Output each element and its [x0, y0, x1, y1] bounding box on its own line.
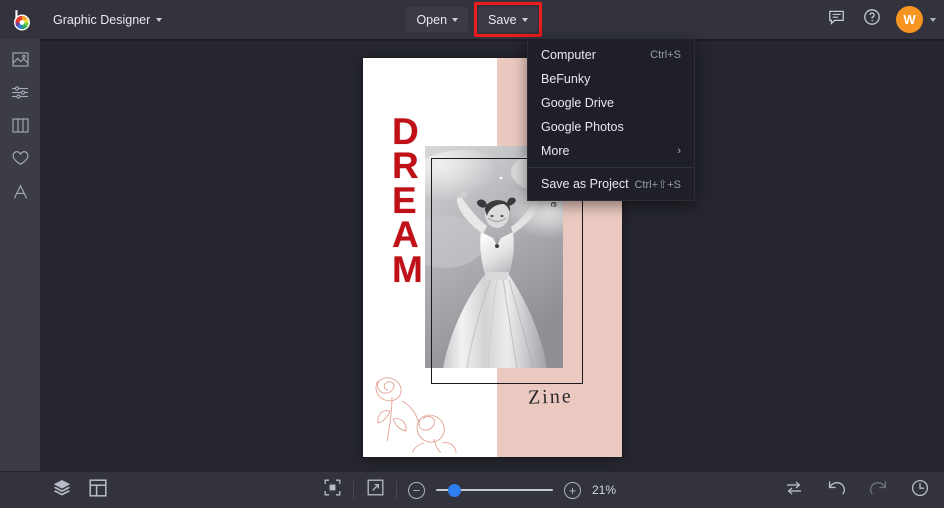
sidebar-item-templates[interactable]	[5, 117, 35, 139]
chevron-right-icon: ›	[677, 144, 681, 157]
speech-bubble-icon	[828, 9, 845, 31]
headline-letter: D	[392, 111, 419, 152]
user-avatar[interactable]: W	[896, 6, 923, 33]
headline-letter: M	[392, 248, 423, 290]
chevron-down-icon	[521, 17, 528, 22]
save-button[interactable]: Save	[474, 2, 542, 37]
left-tool-rail	[0, 39, 40, 471]
canvas-layout-button[interactable]	[88, 478, 108, 502]
toolbar-divider	[353, 481, 354, 499]
save-dropdown-menu: Computer Ctrl+S BeFunky Google Drive Goo…	[527, 38, 695, 201]
sliders-icon	[11, 85, 29, 105]
toolbar-divider	[396, 481, 397, 499]
fit-to-screen-button[interactable]	[322, 479, 342, 501]
account-chevron-down-icon[interactable]	[930, 17, 936, 22]
menu-item-shortcut: Ctrl+⇧+S	[634, 178, 681, 191]
chevron-down-icon	[452, 17, 459, 22]
redo-button[interactable]	[868, 480, 888, 500]
menu-item-save-as-project[interactable]: Save as Project Ctrl+⇧+S	[528, 172, 694, 196]
menu-bottom-padding	[528, 196, 694, 200]
bottombar-left-actions	[0, 478, 108, 502]
menu-item-label: Computer	[541, 48, 596, 62]
zoom-in-button[interactable]: +	[564, 481, 581, 499]
layers-button[interactable]	[52, 480, 72, 500]
sidebar-item-edit-adjust[interactable]	[5, 84, 35, 106]
fit-to-screen-icon	[324, 479, 341, 501]
save-button-label: Save	[488, 12, 517, 27]
zine-script-text[interactable]: Zine	[528, 385, 573, 410]
heart-icon	[12, 151, 29, 171]
feedback-button[interactable]	[824, 8, 848, 32]
bottom-toolbar: − + 21%	[0, 471, 944, 508]
document-title-label: Graphic Designer	[53, 12, 151, 27]
text-a-icon	[12, 183, 29, 205]
open-button[interactable]: Open	[406, 7, 469, 32]
menu-item-label: Save as Project	[541, 177, 629, 191]
headline-letter: E	[392, 179, 417, 221]
zoom-slider-thumb[interactable]	[448, 483, 462, 497]
menu-item-google-photos[interactable]: Google Photos	[528, 115, 694, 139]
topbar-right-actions: W	[824, 0, 936, 39]
befunky-graphic-designer-window: Graphic Designer Open Save W Computer Ct…	[0, 0, 944, 508]
image-icon	[11, 52, 29, 72]
canvas-layout-icon	[89, 478, 107, 502]
sidebar-item-image-manager[interactable]	[5, 51, 35, 73]
document-title-menu[interactable]: Graphic Designer	[44, 7, 171, 32]
history-clock-icon	[911, 479, 929, 502]
headline-dream[interactable]: D R E A M	[392, 111, 423, 290]
app-logo[interactable]	[0, 0, 40, 39]
menu-item-label: BeFunky	[541, 72, 591, 86]
layers-icon	[53, 479, 71, 501]
replace-image-button[interactable]	[784, 480, 804, 500]
headline-letter: R	[392, 145, 419, 187]
fullscreen-expand-icon	[367, 479, 384, 501]
chevron-down-icon	[156, 17, 163, 22]
workspace-top-edge	[40, 39, 944, 41]
menu-item-label: Google Photos	[541, 120, 624, 134]
sidebar-item-text-tool[interactable]	[5, 183, 35, 205]
menu-item-befunky[interactable]: BeFunky	[528, 67, 694, 91]
canvas-workspace[interactable]: D R E A M Volume Zine	[40, 39, 944, 471]
zoom-out-button[interactable]: −	[408, 481, 425, 499]
menu-item-label: Google Drive	[541, 96, 614, 110]
menu-item-label: More	[541, 144, 570, 158]
sidebar-item-graphics[interactable]	[5, 150, 35, 172]
undo-arrow-icon	[827, 479, 846, 501]
columns-icon	[11, 118, 29, 138]
help-button[interactable]	[860, 8, 884, 32]
menu-item-shortcut: Ctrl+S	[650, 49, 681, 61]
menu-item-more[interactable]: More ›	[528, 139, 694, 163]
headline-letter: A	[392, 214, 419, 256]
menu-item-google-drive[interactable]: Google Drive	[528, 91, 694, 115]
menu-divider	[528, 167, 694, 168]
top-toolbar: Graphic Designer Open Save W	[0, 0, 944, 39]
menu-item-computer[interactable]: Computer Ctrl+S	[528, 43, 694, 67]
bottombar-right-actions	[784, 479, 930, 502]
redo-arrow-icon	[869, 479, 888, 501]
zoom-slider[interactable]	[436, 482, 553, 499]
avatar-initial: W	[903, 12, 916, 27]
expand-fullscreen-button[interactable]	[365, 479, 385, 501]
undo-button[interactable]	[826, 480, 846, 500]
question-mark-circle-icon	[863, 8, 881, 31]
open-button-label: Open	[416, 12, 448, 27]
swap-replace-icon	[785, 480, 803, 501]
befunky-logo-icon	[9, 8, 32, 31]
zoom-level-label: 21%	[592, 483, 617, 497]
history-button[interactable]	[910, 479, 930, 502]
